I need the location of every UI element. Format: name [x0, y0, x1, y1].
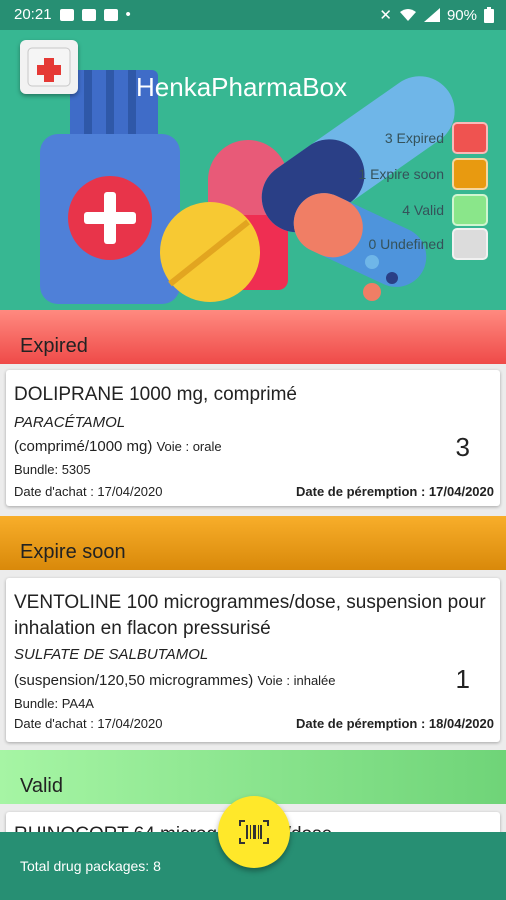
section-title: Valid: [20, 775, 63, 797]
drug-substance: PARACÉTAMOL: [14, 414, 126, 431]
drug-form-row: (comprimé/1000 mg) Voie : orale: [14, 438, 222, 455]
drug-card[interactable]: VENTOLINE 100 microgrammes/dose, suspens…: [6, 578, 500, 742]
app-title: HenkaPharmaBox: [136, 72, 347, 102]
status-time: 20:21: [14, 6, 52, 23]
drug-expiry-date: Date de péremption : 18/04/2020: [296, 716, 494, 731]
barcode-scan-icon: [239, 820, 269, 844]
drug-quantity: 3: [455, 432, 470, 462]
legend-valid[interactable]: 4 Valid: [402, 194, 488, 226]
legend-expire-soon[interactable]: 1 Expire soon: [358, 158, 488, 190]
dot-icon: •: [125, 6, 131, 23]
legend-swatch: [452, 122, 488, 154]
legend-label: 0 Undefined: [368, 236, 444, 252]
scan-barcode-button[interactable]: [218, 796, 290, 868]
drug-quantity: 1: [455, 664, 470, 694]
drug-card[interactable]: DOLIPRANE 1000 mg, comprimé PARACÉTAMOL …: [6, 370, 500, 506]
legend-expired[interactable]: 3 Expired: [385, 122, 488, 154]
drug-bundle: Bundle: 5305: [14, 462, 91, 477]
drug-form: (comprimé/1000 mg): [14, 438, 153, 455]
section-title: Expired: [20, 335, 88, 357]
legend-undefined[interactable]: 0 Undefined: [368, 228, 488, 260]
legend-swatch: [452, 194, 488, 226]
drug-purchase-date: Date d'achat : 17/04/2020: [14, 484, 163, 499]
notification-icon: [59, 8, 74, 21]
battery-icon: [484, 7, 494, 23]
legend-swatch: [452, 158, 488, 190]
mute-icon: ✕: [379, 7, 392, 24]
drug-expiry-date: Date de péremption : 17/04/2020: [296, 484, 494, 499]
status-bar: 20:21 • ✕ 90%: [0, 0, 506, 30]
app-header: HenkaPharmaBox 3 Expired 1 Expire soon 4…: [0, 30, 506, 310]
first-aid-kit-button[interactable]: [20, 40, 78, 94]
section-expired-header[interactable]: Expired: [0, 310, 506, 364]
drug-substance: SULFATE DE SALBUTAMOL: [14, 646, 209, 663]
legend-label: 3 Expired: [384, 130, 444, 146]
drug-form: (suspension/120,50 microgrammes): [14, 672, 254, 689]
signal-icon: [423, 8, 440, 22]
drug-name: VENTOLINE 100 microgrammes/dose, suspens…: [14, 592, 486, 639]
drug-bundle: Bundle: PA4A: [14, 696, 94, 711]
drug-name: DOLIPRANE 1000 mg, comprimé: [14, 384, 297, 405]
battery-level: 90%: [446, 6, 477, 24]
image-icon: [103, 8, 118, 21]
legend-swatch: [452, 228, 488, 260]
legend-label: 1 Expire soon: [358, 166, 444, 182]
drug-form-row: (suspension/120,50 microgrammes) Voie : …: [14, 672, 336, 689]
drug-route: Voie : orale: [156, 439, 222, 454]
first-aid-kit-icon: [27, 47, 71, 87]
total-packages: Total drug packages: 8: [20, 858, 161, 874]
drug-route: Voie : inhalée: [257, 673, 336, 688]
section-expire-soon-header[interactable]: Expire soon: [0, 516, 506, 570]
legend-label: 4 Valid: [402, 202, 444, 218]
drug-purchase-date: Date d'achat : 17/04/2020: [14, 716, 163, 731]
section-title: Expire soon: [20, 541, 126, 563]
mail-icon: [81, 8, 96, 21]
wifi-icon: [399, 9, 416, 21]
